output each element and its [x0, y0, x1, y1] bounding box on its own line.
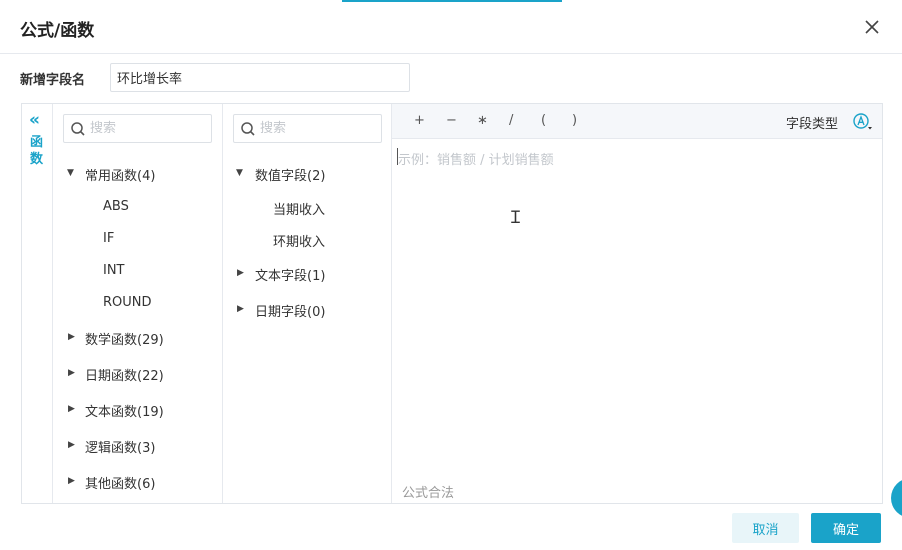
minus-operator-button[interactable]: −: [446, 113, 457, 128]
function-group-common[interactable]: 常用函数(4): [85, 165, 155, 184]
close-icon[interactable]: [862, 17, 882, 37]
search-icon: [71, 122, 85, 136]
caret-right-icon[interactable]: ▶: [68, 368, 75, 378]
left-paren-button[interactable]: (: [541, 113, 546, 128]
multiply-operator-button[interactable]: ∗: [477, 113, 488, 128]
caret-right-icon[interactable]: ▶: [68, 476, 75, 486]
caret-right-icon[interactable]: ▶: [68, 332, 75, 342]
field-item[interactable]: 环期收入: [273, 231, 325, 250]
ibeam-cursor-icon: Ｉ: [507, 208, 524, 228]
function-search-input[interactable]: [90, 118, 208, 139]
formula-dialog: 公式/函数 新增字段名 « 函数 ▼ 常用函数(4) ABS IF INT: [0, 0, 902, 550]
function-item[interactable]: ABS: [103, 199, 129, 214]
field-name-input[interactable]: [110, 63, 410, 92]
formula-placeholder: 示例：销售额 / 计划销售额: [398, 153, 554, 168]
circled-a-icon[interactable]: [852, 112, 872, 132]
dialog-title: 公式/函数: [20, 21, 95, 41]
header-divider: [0, 53, 902, 54]
caret-down-icon[interactable]: ▼: [67, 168, 74, 178]
formula-panel: « 函数 ▼ 常用函数(4) ABS IF INT ROUND ▶ 数学函数(2…: [21, 103, 883, 504]
operator-toolbar: + − ∗ / ( ) 字段类型: [392, 104, 882, 139]
function-group-logic[interactable]: 逻辑函数(3): [85, 437, 155, 456]
function-side-tab: « 函数: [22, 104, 53, 503]
field-group-numeric[interactable]: 数值字段(2): [255, 165, 325, 184]
top-accent-line: [342, 0, 562, 2]
field-search-input[interactable]: [260, 118, 378, 139]
field-item[interactable]: 当期收入: [273, 199, 325, 218]
function-group-text[interactable]: 文本函数(19): [85, 401, 164, 420]
caret-right-icon[interactable]: ▶: [237, 304, 244, 314]
floating-help-button[interactable]: [891, 478, 902, 518]
field-list: ▼ 数值字段(2) 当期收入 环期收入 ▶ 文本字段(1) ▶ 日期字段(0): [223, 104, 392, 503]
right-paren-button[interactable]: ): [572, 113, 577, 128]
confirm-button[interactable]: 确定: [811, 513, 881, 543]
side-tab-label[interactable]: 函数: [30, 134, 44, 168]
function-group-other[interactable]: 其他函数(6): [85, 473, 155, 492]
function-group-math[interactable]: 数学函数(29): [85, 329, 164, 348]
field-name-label: 新增字段名: [20, 73, 86, 88]
divide-operator-button[interactable]: /: [509, 113, 513, 128]
field-search[interactable]: [233, 114, 382, 143]
function-search[interactable]: [63, 114, 212, 143]
caret-down-icon[interactable]: ▼: [236, 168, 243, 178]
function-item[interactable]: IF: [103, 231, 114, 246]
function-item[interactable]: INT: [103, 263, 125, 278]
double-chevron-left-icon[interactable]: «: [29, 110, 40, 130]
field-group-text[interactable]: 文本字段(1): [255, 265, 325, 284]
cancel-button[interactable]: 取消: [732, 513, 799, 543]
function-group-date[interactable]: 日期函数(22): [85, 365, 164, 384]
caret-right-icon[interactable]: ▶: [68, 440, 75, 450]
caret-right-icon[interactable]: ▶: [237, 268, 244, 278]
search-icon: [241, 122, 255, 136]
formula-status: 公式合法: [402, 486, 455, 501]
formula-editor[interactable]: + − ∗ / ( ) 字段类型 示例：销售额 / 计划销售额 Ｉ 公式合法: [392, 104, 882, 503]
plus-operator-button[interactable]: +: [414, 113, 425, 128]
function-item[interactable]: ROUND: [103, 295, 152, 310]
field-group-date[interactable]: 日期字段(0): [255, 301, 325, 320]
function-list: ▼ 常用函数(4) ABS IF INT ROUND ▶ 数学函数(29) ▶ …: [53, 104, 223, 503]
caret-right-icon[interactable]: ▶: [68, 404, 75, 414]
field-type-label[interactable]: 字段类型: [786, 113, 838, 132]
